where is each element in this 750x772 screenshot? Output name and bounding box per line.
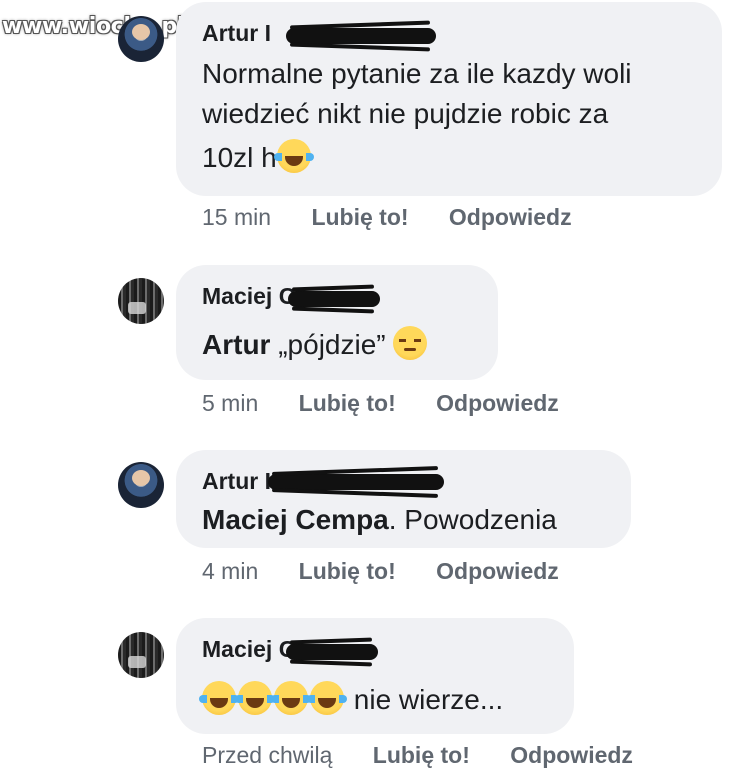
timestamp[interactable]: 15 min	[202, 204, 271, 230]
comment-author[interactable]: Artur I	[202, 468, 271, 495]
reply-button[interactable]: Odpowiedz	[449, 204, 572, 230]
timestamp[interactable]: 4 min	[202, 558, 258, 584]
comment-line: wiedzieć nikt nie pujdzie robic za	[202, 98, 609, 129]
face-with-tears-of-joy-icon	[307, 681, 347, 715]
comment-actions: Przed chwilą Lubię to! Odpowiedz	[202, 742, 667, 769]
author-redaction	[268, 474, 444, 490]
avatar-maciej[interactable]	[118, 278, 164, 324]
avatar-artur[interactable]	[118, 16, 164, 62]
comment-text: Maciej Cempa. Powodzenia	[202, 500, 557, 540]
like-button[interactable]: Lubię to!	[299, 390, 396, 416]
comment-actions: 4 min Lubię to! Odpowiedz	[202, 558, 593, 585]
comment-line: Normalne pytanie za ile kazdy woli	[202, 58, 632, 89]
comment-actions: 15 min Lubię to! Odpowiedz	[202, 204, 606, 231]
avatar-artur[interactable]	[118, 462, 164, 508]
mention-link[interactable]: Maciej Cempa	[202, 504, 389, 535]
comment-author[interactable]: Maciej C	[202, 283, 295, 310]
like-button[interactable]: Lubię to!	[373, 742, 470, 768]
reply-button[interactable]: Odpowiedz	[436, 390, 559, 416]
comment-text: nie wierze...	[199, 680, 504, 720]
reply-button[interactable]: Odpowiedz	[510, 742, 633, 768]
avatar-maciej[interactable]	[118, 632, 164, 678]
comment-bubble-4: Maciej C nie wierze...	[176, 618, 574, 734]
comment-line: 10zl h	[202, 142, 277, 173]
comment-body: nie wierze...	[353, 684, 504, 715]
pensive-face-icon	[393, 326, 428, 360]
comment-bubble-1: Artur I Normalne pytanie za ile kazdy wo…	[176, 2, 722, 196]
face-with-tears-of-joy-icon	[271, 681, 311, 715]
reply-button[interactable]: Odpowiedz	[436, 558, 559, 584]
comment-bubble-3: Artur I Maciej Cempa. Powodzenia	[176, 450, 631, 548]
author-redaction	[288, 291, 380, 307]
face-with-tears-of-joy-icon	[235, 681, 275, 715]
like-button[interactable]: Lubię to!	[299, 558, 396, 584]
face-with-tears-of-joy-icon	[273, 139, 314, 173]
comment-text: Artur „pójdzie”	[202, 325, 429, 365]
comment-bubble-2: Maciej C Artur „pójdzie”	[176, 265, 498, 380]
comment-body: . Powodzenia	[388, 504, 557, 535]
timestamp[interactable]: 5 min	[202, 390, 258, 416]
comment-author[interactable]: Artur I	[202, 20, 271, 47]
mention-link[interactable]: Artur	[202, 329, 270, 360]
timestamp[interactable]: Przed chwilą	[202, 742, 332, 768]
comment-actions: 5 min Lubię to! Odpowiedz	[202, 390, 593, 417]
face-with-tears-of-joy-icon	[199, 681, 239, 715]
comment-body: „pójdzie”	[278, 329, 386, 360]
author-redaction	[286, 644, 378, 660]
comment-text: Normalne pytanie za ile kazdy woli wiedz…	[202, 54, 632, 178]
author-redaction	[286, 28, 436, 44]
comment-author[interactable]: Maciej C	[202, 636, 295, 663]
like-button[interactable]: Lubię to!	[311, 204, 408, 230]
